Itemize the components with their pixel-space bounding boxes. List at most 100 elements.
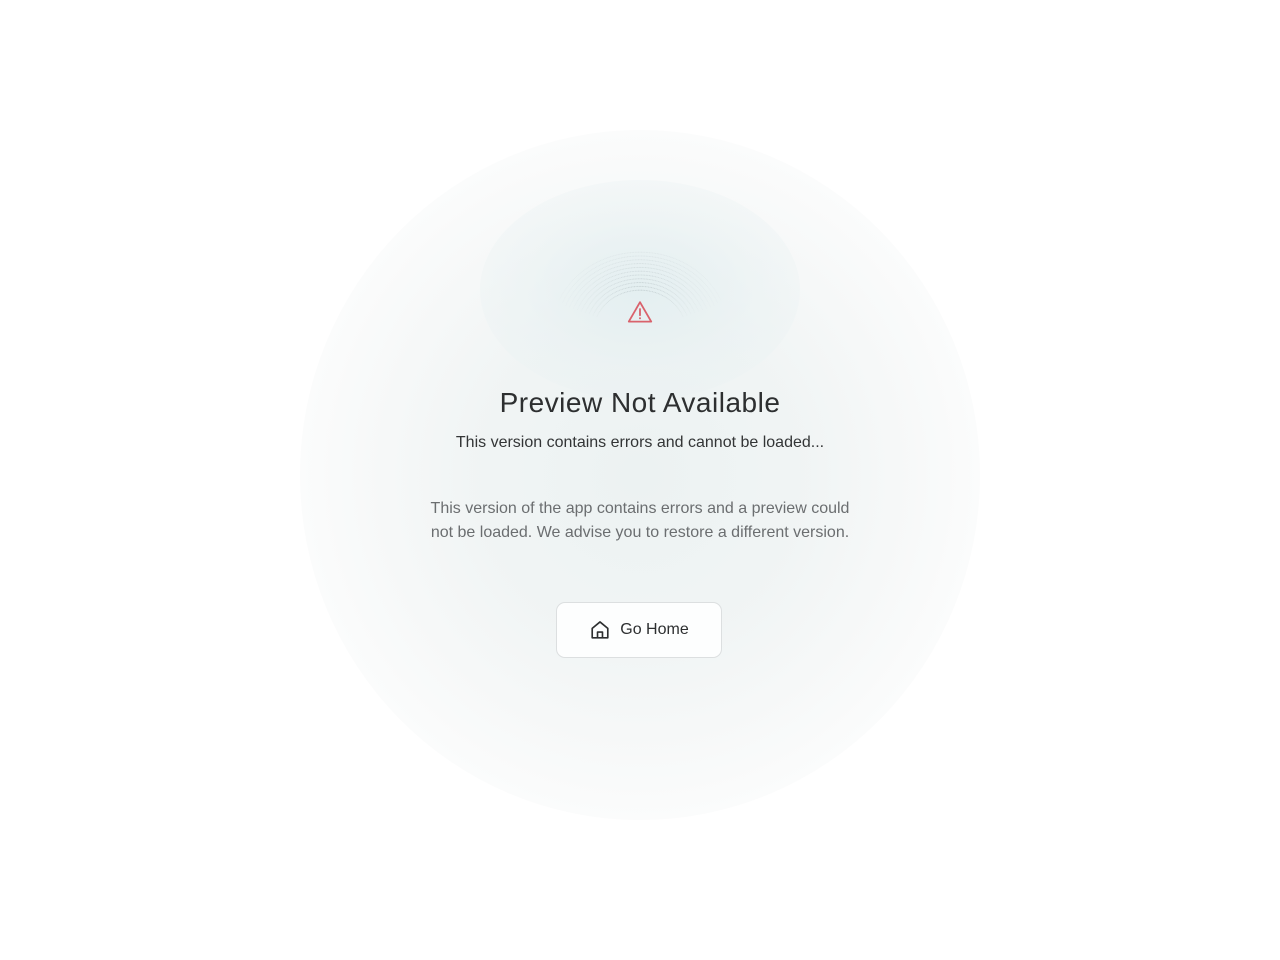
decoration-dot — [605, 257, 607, 259]
decoration-dot — [701, 286, 704, 288]
decoration-dot — [675, 262, 677, 265]
decoration-dot — [587, 266, 590, 268]
decoration-dot — [603, 299, 605, 301]
decoration-dot — [616, 262, 618, 264]
decoration-dot — [714, 297, 715, 298]
decoration-dot — [624, 283, 626, 285]
decoration-dot — [707, 302, 709, 304]
decoration-dot — [656, 276, 658, 278]
decoration-dot — [633, 290, 635, 292]
decoration-dot — [675, 275, 678, 278]
decoration-dot — [613, 255, 615, 257]
decoration-dot — [588, 313, 590, 315]
decoration-dot — [700, 306, 702, 308]
decoration-dot — [671, 277, 673, 279]
decoration-dot — [574, 276, 577, 279]
decoration-dot — [628, 271, 630, 273]
decoration-dot — [577, 285, 580, 287]
decoration-dot — [617, 286, 619, 288]
decoration-dot — [645, 270, 647, 273]
decoration-dot — [648, 263, 650, 265]
decoration-dot — [602, 306, 604, 308]
go-home-button[interactable]: Go Home — [556, 602, 722, 658]
decoration-dot — [591, 273, 593, 275]
decoration-dot — [627, 267, 629, 269]
decoration-dot — [607, 273, 609, 275]
decoration-dot — [699, 290, 701, 292]
decoration-dot — [560, 297, 561, 298]
decoration-dot — [567, 284, 570, 286]
decoration-dot — [690, 305, 692, 307]
decoration-dot — [605, 261, 608, 263]
decoration-dot — [720, 298, 721, 299]
decoration-dot — [666, 280, 668, 282]
decoration-dot — [642, 251, 644, 253]
decoration-dot — [643, 285, 645, 288]
decoration-dot — [671, 287, 673, 289]
decoration-dot — [644, 255, 646, 257]
decoration-dot — [654, 268, 656, 270]
decoration-dot — [710, 306, 711, 307]
decoration-dot — [642, 259, 644, 261]
decoration-dot — [700, 273, 702, 276]
decoration-dot — [687, 283, 689, 285]
decoration-dot — [713, 304, 714, 305]
decoration-dot — [628, 256, 630, 258]
decoration-dot — [668, 289, 670, 291]
decoration-dot — [645, 251, 647, 253]
decoration-dot — [622, 253, 624, 255]
decoration-dot — [610, 276, 612, 278]
decoration-dot — [708, 281, 710, 283]
decoration-dot — [640, 263, 642, 265]
decoration-dot — [584, 302, 587, 304]
decoration-dot — [668, 276, 670, 278]
decoration-dot — [580, 295, 582, 297]
decoration-dot — [604, 275, 606, 277]
decoration-dot — [594, 285, 596, 288]
decoration-dot — [629, 263, 631, 265]
decoration-dot — [585, 289, 587, 291]
decoration-dot — [597, 305, 599, 308]
decoration-dot — [599, 269, 601, 271]
decoration-dot — [693, 289, 695, 291]
decoration-dot — [605, 302, 607, 304]
decoration-dot — [699, 284, 702, 286]
decoration-dot — [624, 268, 626, 270]
decoration-dot — [614, 271, 616, 273]
decoration-dot — [707, 293, 709, 295]
decoration-dot — [651, 252, 654, 254]
decoration-dot — [620, 265, 622, 267]
decoration-dot — [588, 286, 590, 288]
decoration-dot — [579, 278, 581, 280]
decoration-dot — [601, 263, 603, 265]
decoration-dot — [587, 271, 589, 274]
decoration-dot — [618, 285, 620, 287]
decoration-dot — [636, 255, 638, 257]
decoration-dot — [641, 282, 643, 284]
decoration-dot — [672, 301, 674, 303]
decoration-dot — [637, 274, 639, 276]
decoration-dot — [718, 296, 719, 297]
decoration-dot — [653, 256, 655, 258]
decoration-dot — [588, 292, 590, 294]
decoration-dot — [630, 271, 632, 273]
decoration-dot — [658, 265, 660, 267]
decoration-dot — [703, 294, 705, 296]
decoration-dot — [596, 270, 598, 272]
decoration-dot — [658, 257, 660, 259]
decoration-dot — [648, 282, 650, 284]
decoration-dot — [691, 271, 693, 274]
decoration-dot — [632, 263, 634, 265]
decoration-dot — [630, 278, 632, 281]
decoration-dot — [621, 264, 623, 267]
decoration-dot — [594, 276, 596, 278]
decoration-dot — [590, 274, 592, 276]
decoration-dot — [617, 254, 619, 256]
decoration-dot — [682, 289, 684, 291]
decoration-dot — [637, 285, 639, 287]
decoration-dot — [640, 266, 642, 268]
decoration-dot — [615, 270, 617, 272]
decoration-dot — [589, 265, 591, 267]
decoration-dot — [590, 301, 592, 303]
decoration-dot — [609, 294, 611, 296]
